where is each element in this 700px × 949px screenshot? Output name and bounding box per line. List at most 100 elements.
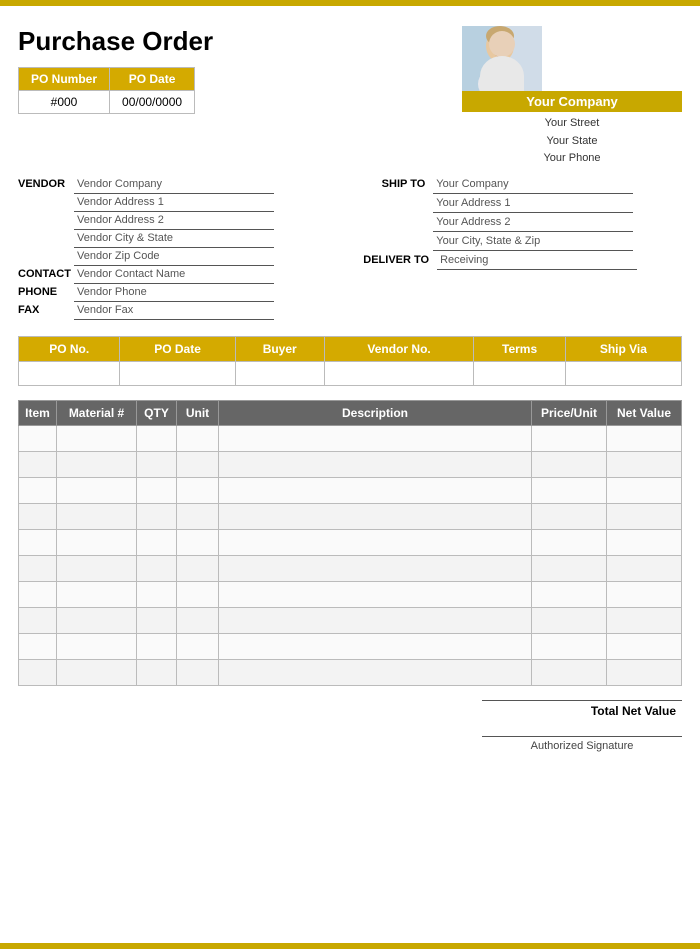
- table-row: [19, 555, 682, 581]
- table-cell: [57, 659, 137, 685]
- po-number-value: #000: [19, 91, 110, 114]
- vendor-address2-row: Vendor Address 2: [74, 214, 337, 230]
- ship-column: SHIP TO Your Company Your Address 1 Your…: [363, 178, 682, 322]
- table-cell: [607, 581, 682, 607]
- details-vendor-no: [324, 361, 474, 385]
- vendor-address-rows: Vendor Address 1 Vendor Address 2 Vendor…: [18, 196, 337, 266]
- table-cell: [57, 633, 137, 659]
- table-cell: [219, 425, 532, 451]
- po-info-table: PO Number PO Date #000 00/00/0000: [18, 67, 195, 114]
- company-state: Your State: [462, 133, 682, 151]
- table-row: [19, 581, 682, 607]
- table-cell: [137, 529, 177, 555]
- company-address: Your Street Your State Your Phone: [462, 115, 682, 168]
- table-cell: [177, 451, 219, 477]
- table-cell: [177, 555, 219, 581]
- col-qty: QTY: [137, 400, 177, 425]
- vendor-address1-field: Vendor Address 1: [74, 196, 274, 212]
- ship-company-field: Your Company: [433, 178, 633, 194]
- table-cell: [607, 477, 682, 503]
- table-cell: [177, 503, 219, 529]
- table-cell: [57, 581, 137, 607]
- table-row: [19, 451, 682, 477]
- table-cell: [19, 425, 57, 451]
- company-box: Your Company Your Street Your State Your…: [462, 26, 682, 168]
- table-cell: [607, 503, 682, 529]
- items-table: Item Material # QTY Unit Description Pri…: [18, 400, 682, 686]
- company-street: Your Street: [462, 115, 682, 133]
- ship-address2-row: Your Address 2: [363, 216, 682, 232]
- details-table: PO No. PO Date Buyer Vendor No. Terms Sh…: [18, 336, 682, 386]
- table-cell: [532, 503, 607, 529]
- deliver-to-field: Receiving: [437, 254, 637, 270]
- table-cell: [177, 659, 219, 685]
- vendor-address2-field: Vendor Address 2: [74, 214, 274, 230]
- left-header: Purchase Order PO Number PO Date #000 00…: [18, 26, 213, 114]
- ship-city-field: Your City, State & Zip: [433, 235, 633, 251]
- header-section: Purchase Order PO Number PO Date #000 00…: [18, 26, 682, 168]
- table-cell: [532, 607, 607, 633]
- table-cell: [532, 633, 607, 659]
- signature-section: Authorized Signature: [18, 736, 682, 752]
- details-buyer: [235, 361, 324, 385]
- table-cell: [219, 503, 532, 529]
- table-row: [19, 607, 682, 633]
- items-header-row: Item Material # QTY Unit Description Pri…: [19, 400, 682, 425]
- phone-label: PHONE: [18, 286, 74, 298]
- table-cell: [219, 607, 532, 633]
- table-cell: [19, 529, 57, 555]
- ship-to-label: SHIP TO: [363, 178, 433, 190]
- table-cell: [177, 633, 219, 659]
- ship-address2-field: Your Address 2: [433, 216, 633, 232]
- table-cell: [57, 451, 137, 477]
- table-cell: [137, 425, 177, 451]
- table-cell: [19, 477, 57, 503]
- table-cell: [177, 529, 219, 555]
- table-cell: [19, 659, 57, 685]
- table-cell: [137, 451, 177, 477]
- table-row: [19, 659, 682, 685]
- col-description: Description: [219, 400, 532, 425]
- table-cell: [137, 555, 177, 581]
- po-date-value: 00/00/0000: [110, 91, 195, 114]
- table-cell: [137, 607, 177, 633]
- table-cell: [532, 451, 607, 477]
- details-terms: [474, 361, 565, 385]
- table-cell: [19, 633, 57, 659]
- table-cell: [607, 425, 682, 451]
- table-cell: [19, 581, 57, 607]
- col-unit: Unit: [177, 400, 219, 425]
- mid-section: VENDOR Vendor Company Vendor Address 1 V…: [18, 178, 682, 322]
- vendor-company-field: Vendor Company: [74, 178, 274, 194]
- col-po-date: PO Date: [120, 336, 235, 361]
- details-header-row: PO No. PO Date Buyer Vendor No. Terms Sh…: [19, 336, 682, 361]
- table-cell: [177, 425, 219, 451]
- vendor-city-state-row: Vendor City & State: [74, 232, 337, 248]
- person-svg: [462, 26, 542, 91]
- page: Purchase Order PO Number PO Date #000 00…: [0, 0, 700, 949]
- table-cell: [57, 529, 137, 555]
- items-table-wrap: Item Material # QTY Unit Description Pri…: [18, 400, 682, 686]
- col-net-value: Net Value: [607, 400, 682, 425]
- page-title: Purchase Order: [18, 26, 213, 57]
- table-cell: [607, 555, 682, 581]
- table-cell: [532, 425, 607, 451]
- deliver-to-row: DELIVER TO Receiving: [363, 254, 682, 270]
- company-name-bar: Your Company: [462, 91, 682, 112]
- table-row: [19, 529, 682, 555]
- table-cell: [532, 477, 607, 503]
- table-row: [19, 477, 682, 503]
- vendor-contact-row: CONTACT Vendor Contact Name: [18, 268, 337, 284]
- po-date-header: PO Date: [110, 68, 195, 91]
- vendor-zip-row: Vendor Zip Code: [74, 250, 337, 266]
- ship-company-row: SHIP TO Your Company: [363, 178, 682, 194]
- signature-line: Authorized Signature: [482, 736, 682, 752]
- table-cell: [607, 607, 682, 633]
- table-cell: [19, 503, 57, 529]
- contact-label: CONTACT: [18, 268, 74, 280]
- table-row: [19, 503, 682, 529]
- table-cell: [219, 555, 532, 581]
- table-cell: [219, 581, 532, 607]
- po-number-header: PO Number: [19, 68, 110, 91]
- table-cell: [177, 607, 219, 633]
